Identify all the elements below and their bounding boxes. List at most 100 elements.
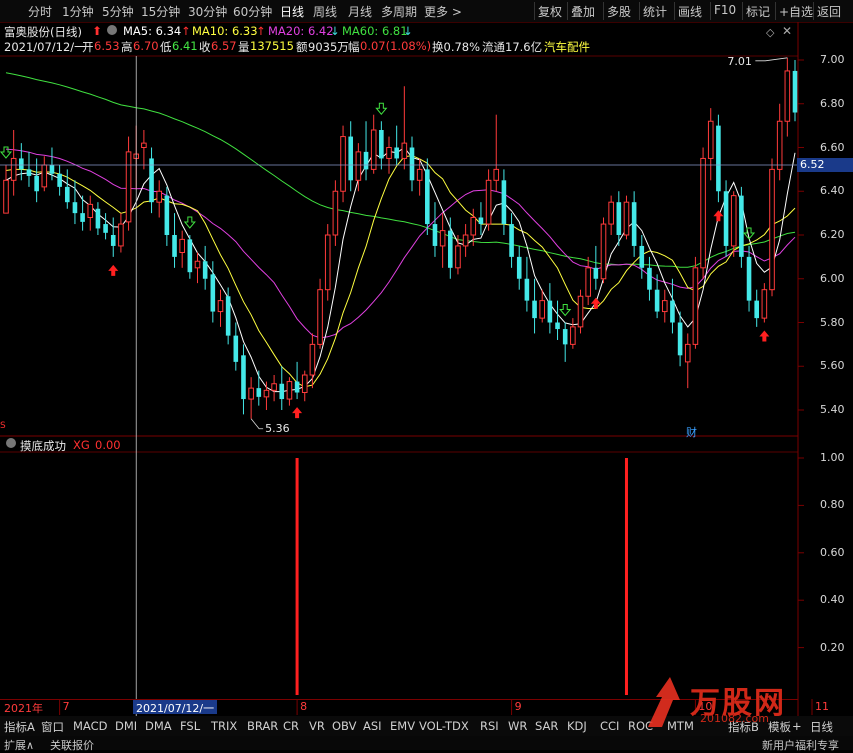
candle-down [501, 180, 507, 225]
candle-up [118, 223, 124, 247]
indicator-tab[interactable]: EMV [390, 719, 415, 733]
indicator-tab[interactable]: TRIX [211, 719, 237, 733]
candle-up [3, 179, 9, 214]
indicator-tab[interactable]: WR [508, 719, 527, 733]
indicator-tab[interactable]: ASI [363, 719, 382, 733]
candle-down [26, 169, 32, 176]
price-tick-label: 6.00 [820, 271, 845, 285]
candle-up [707, 120, 714, 159]
indicator-tab[interactable]: OBV [332, 719, 356, 733]
indicator-tab[interactable]: + [792, 719, 802, 733]
candle-up [776, 120, 783, 170]
sell-arrow-icon [0, 146, 13, 159]
candle-down [746, 256, 752, 301]
candle-up [784, 70, 791, 122]
indicator-tick-label: 0.40 [820, 593, 845, 607]
candle-down [739, 195, 744, 257]
indicator-tab[interactable]: SAR [535, 719, 558, 733]
candle-down [241, 355, 246, 400]
candle-down [202, 261, 208, 279]
indicator-tab[interactable]: 指标A [4, 719, 35, 735]
indicator-tab[interactable]: CCI [600, 719, 619, 733]
candle-down [49, 165, 55, 174]
price-tick-label: 5.60 [820, 359, 845, 373]
candle-up [271, 383, 277, 391]
indicator-tab[interactable]: 窗口 [41, 719, 64, 735]
price-tick-label: 6.40 [820, 184, 845, 198]
indicator-tab[interactable]: CR [283, 719, 299, 733]
buy-arrow-icon [292, 407, 303, 419]
candle-up [585, 267, 591, 297]
candle-down [225, 296, 231, 336]
price-tick-label: 6.80 [820, 96, 845, 110]
candle-up [623, 201, 630, 236]
candle-up [608, 201, 614, 225]
indicator-name: 摸底成功 [20, 439, 66, 453]
candle-down [593, 267, 599, 279]
indicator-tab[interactable]: BRAR [247, 719, 278, 733]
indicator-tick-label: 0.20 [820, 640, 845, 654]
candle-up [332, 190, 339, 236]
indicator-series: XG [73, 438, 90, 452]
sell-arrow-icon [375, 102, 388, 116]
finance-marker[interactable]: 财 [686, 424, 697, 440]
expand-button[interactable]: 扩展∧ [4, 737, 34, 753]
candle-up [179, 238, 185, 253]
candle-down [80, 213, 85, 222]
candle-down [509, 224, 514, 257]
candle-down [723, 191, 729, 246]
candle-down [524, 278, 530, 301]
indicator-tab[interactable]: VR [309, 719, 325, 733]
candle-down [233, 335, 239, 362]
indicator-tab[interactable]: KDJ [567, 719, 587, 733]
current-price-tag: 6.52 [797, 158, 853, 172]
candle-up [761, 289, 768, 319]
indicator-tab[interactable]: DMI [115, 719, 137, 733]
candle-up [577, 295, 584, 328]
kline-chart[interactable] [0, 0, 853, 750]
indicator-tab[interactable]: VOL-TDX [419, 719, 469, 733]
candle-down [348, 136, 354, 181]
candle-up [286, 381, 293, 400]
candle-up [309, 343, 316, 376]
indicator-settings-icon[interactable] [6, 438, 16, 448]
candle-up [600, 223, 607, 280]
price-tick-label: 5.40 [820, 403, 845, 416]
indicator-tab[interactable]: RSI [480, 719, 499, 733]
sell-arrow-icon [183, 216, 196, 229]
candle-down [57, 173, 62, 187]
candle-down [394, 147, 399, 159]
new-user-benefits-link[interactable]: 新用户福利专享 [762, 737, 839, 753]
candle-down [103, 224, 108, 233]
candle-down [95, 208, 101, 229]
candle-down [164, 195, 170, 235]
month-label: 11 [815, 700, 829, 713]
candle-down [64, 186, 70, 203]
candle-up [539, 300, 546, 319]
candle-down [792, 70, 798, 113]
ma5-line [5, 146, 796, 393]
candle-up [194, 260, 201, 269]
candle-up [493, 168, 500, 181]
candle-up [730, 195, 737, 247]
price-tick-label: 6.20 [820, 228, 845, 241]
candle-down [294, 381, 300, 393]
indicator-tab[interactable]: FSL [180, 719, 200, 733]
candle-down [647, 267, 652, 290]
candle-down [279, 383, 285, 400]
candle-up [248, 387, 254, 400]
candle-down [19, 158, 24, 170]
candle-up [455, 245, 461, 269]
candle-up [370, 129, 377, 170]
candle-up [87, 203, 94, 218]
candle-down [532, 300, 537, 319]
related-quotes-button[interactable]: 关联报价 [50, 737, 94, 753]
indicator-tab[interactable]: 日线 [810, 719, 833, 735]
candle-up [340, 136, 346, 192]
min-callout [250, 418, 264, 430]
indicator-tab[interactable]: MACD [73, 719, 107, 733]
candle-up [125, 151, 132, 223]
candle-up [41, 164, 48, 188]
candle-down [256, 388, 262, 397]
indicator-tab[interactable]: DMA [145, 719, 172, 733]
